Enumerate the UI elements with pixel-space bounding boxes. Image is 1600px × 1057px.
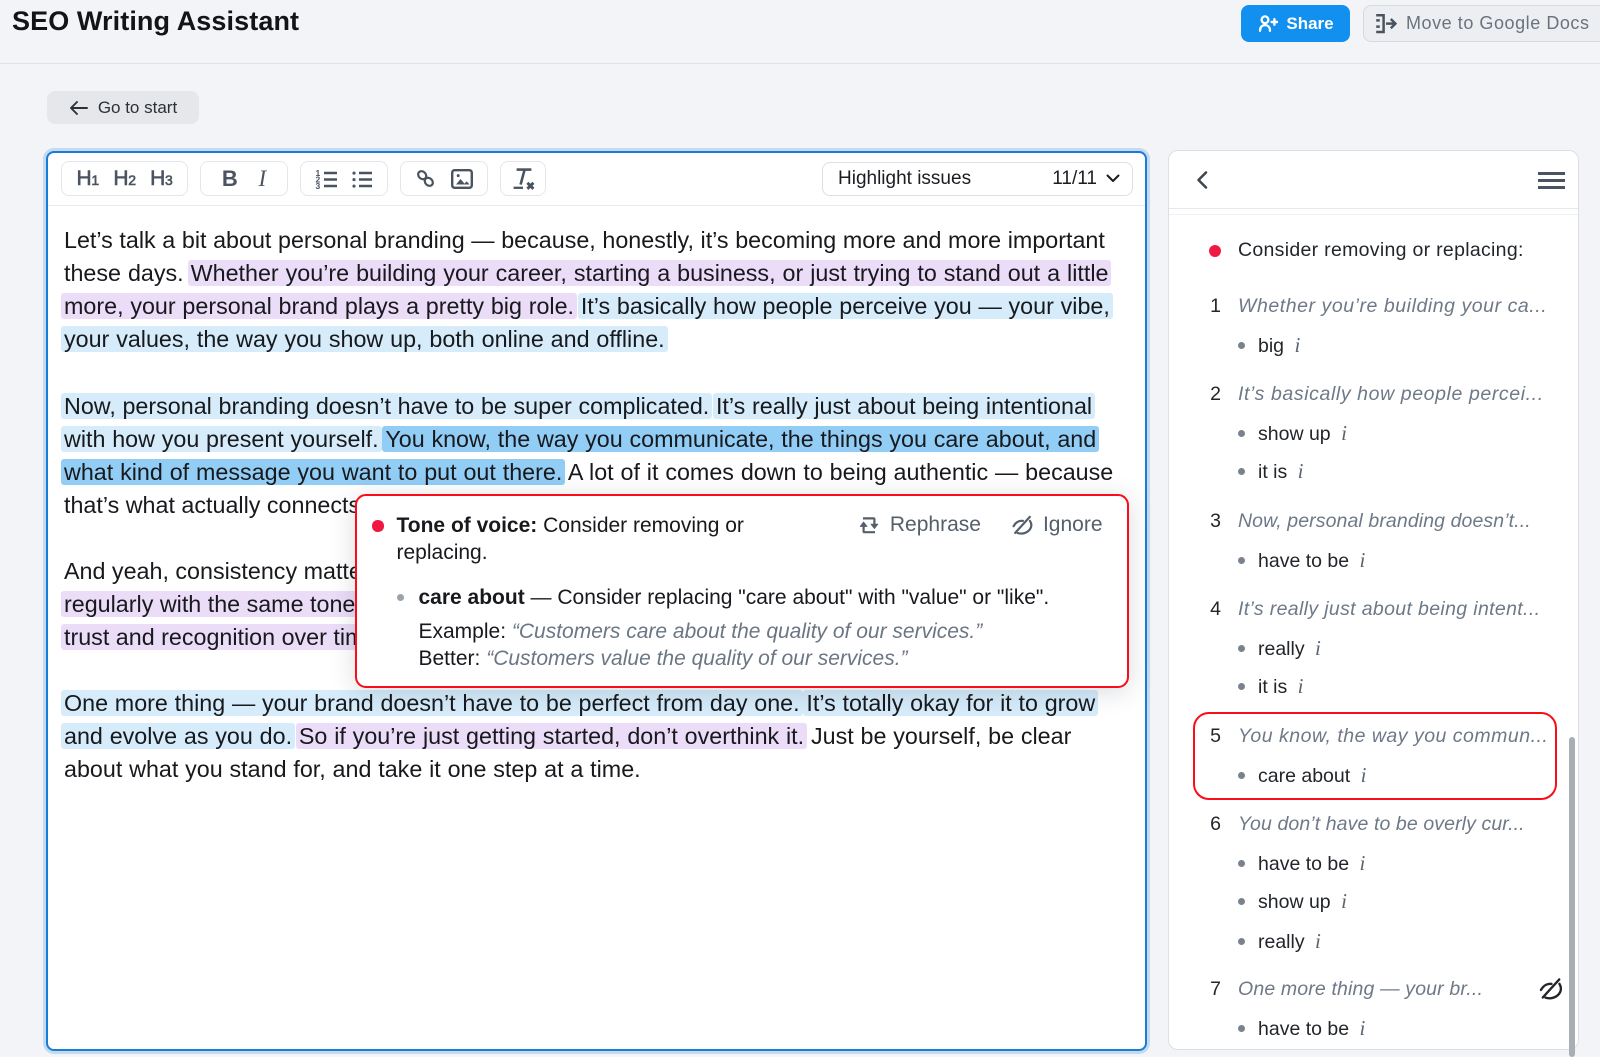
svg-text:3: 3 [316,181,321,189]
